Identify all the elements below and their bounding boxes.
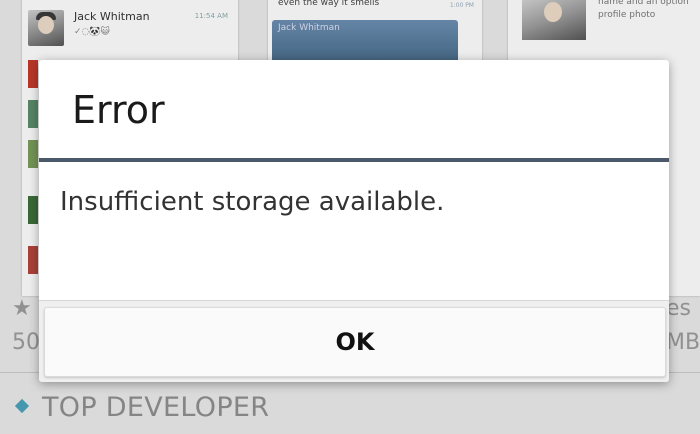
error-dialog: Error Insufficient storage available. OK [39, 60, 669, 382]
dialog-message: Insufficient storage available. [60, 187, 445, 217]
dialog-title-divider [39, 158, 669, 162]
dialog-button-bar: OK [39, 300, 669, 382]
ok-button[interactable]: OK [44, 307, 666, 377]
dialog-title: Error [72, 88, 165, 132]
ok-button-label: OK [335, 328, 375, 356]
